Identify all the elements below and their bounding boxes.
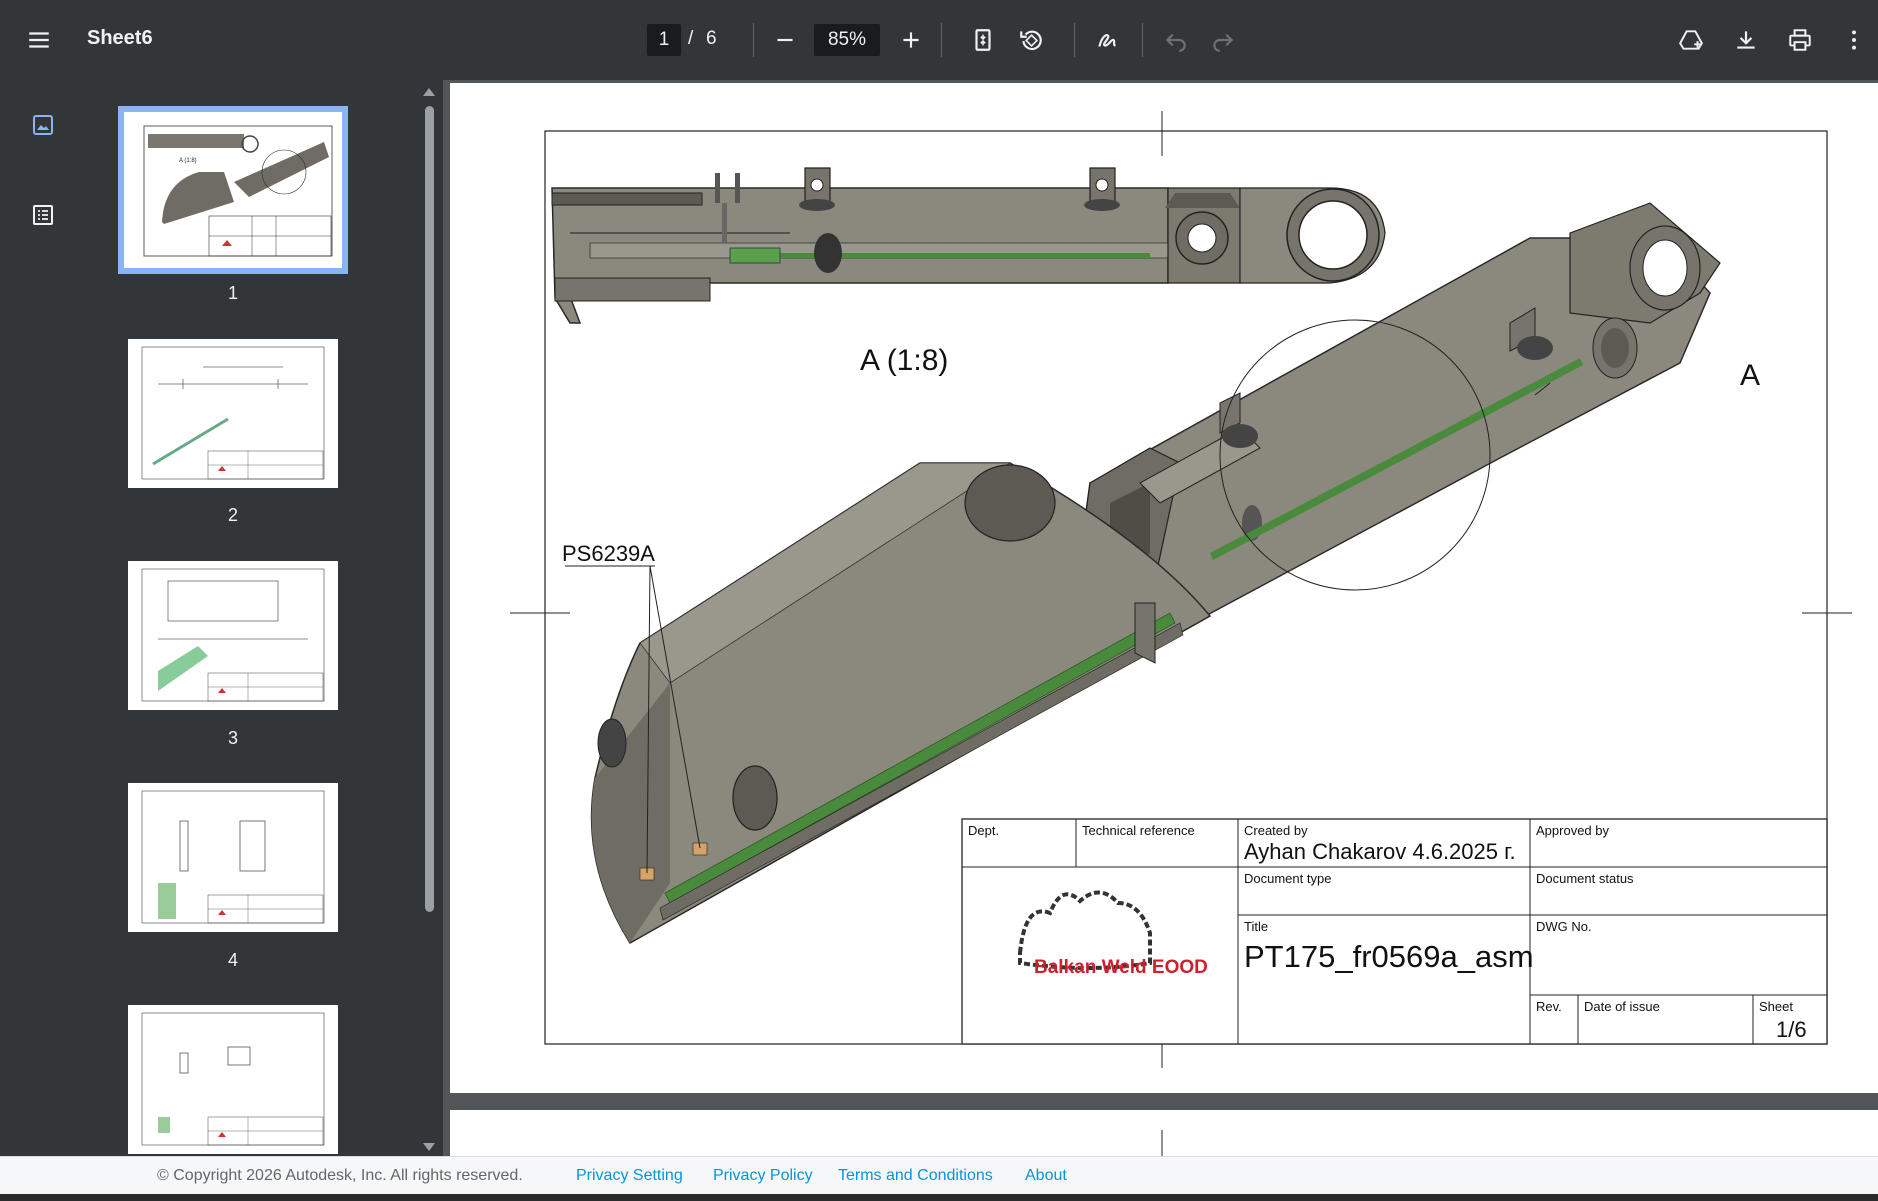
thumbnail-label: 4 [227, 950, 238, 970]
dept-label: Dept. [968, 823, 999, 838]
thumbnail-sidebar: A (1:8) 1 2 3 4 [0, 80, 443, 1192]
sheet-label: Sheet [1759, 999, 1793, 1014]
page-number-input[interactable]: 1 [647, 24, 681, 56]
menu-icon[interactable] [19, 20, 59, 60]
footer: © Copyright 2026 Autodesk, Inc. All righ… [0, 1156, 1878, 1194]
scroll-down-arrow[interactable] [423, 1143, 435, 1151]
terms-link[interactable]: Terms and Conditions [838, 1167, 993, 1185]
detail-view-label: A (1:8) [860, 344, 948, 377]
thumbnail-label: 2 [227, 505, 238, 525]
redo-icon[interactable] [1203, 20, 1243, 60]
thumbnail-page-2[interactable] [128, 339, 338, 488]
toolbar-divider [1142, 23, 1143, 57]
thumbnails-icon[interactable] [26, 108, 60, 142]
fit-page-icon[interactable] [963, 20, 1003, 60]
document-viewer[interactable]: A (1:8) A PS6239A Dept. Technical refere… [443, 80, 1878, 1156]
part-callout: PS6239A [562, 541, 655, 566]
drive-save-icon[interactable] [1671, 20, 1711, 60]
sheet-value: 1/6 [1776, 1017, 1807, 1042]
page-separator: / [688, 28, 694, 49]
annotate-icon[interactable] [1088, 20, 1128, 60]
title-value: PT175_fr0569a_asm [1244, 939, 1534, 974]
toolbar-divider [1074, 23, 1075, 57]
thumbnail-page-3[interactable] [128, 561, 338, 710]
toolbar-divider [941, 23, 942, 57]
sidebar-scrollbar[interactable] [425, 106, 434, 912]
doc-type-label: Document type [1244, 871, 1331, 886]
download-icon[interactable] [1726, 20, 1766, 60]
created-by-value: Ayhan Chakarov 4.6.2025 г. [1244, 839, 1516, 864]
created-by-label: Created by [1244, 823, 1308, 838]
zoom-out-icon[interactable] [765, 20, 805, 60]
approved-by-label: Approved by [1536, 823, 1609, 838]
privacy-setting-link[interactable]: Privacy Setting [576, 1167, 683, 1185]
copyright-text: © Copyright 2026 Autodesk, Inc. All righ… [157, 1167, 523, 1184]
scroll-up-arrow[interactable] [423, 88, 435, 96]
toolbar-divider [753, 23, 754, 57]
more-vert-icon[interactable] [1834, 20, 1874, 60]
drawing-page-2 [450, 1110, 1878, 1156]
doc-status-label: Document status [1536, 871, 1634, 886]
thumbnail-page-1[interactable]: A (1:8) [118, 106, 348, 274]
title-label: Title [1244, 919, 1268, 934]
bottom-strip [0, 1194, 1878, 1201]
svg-text:A (1:8): A (1:8) [179, 158, 197, 164]
detail-arm-side-view [551, 167, 1386, 324]
date-issue-label: Date of issue [1584, 999, 1660, 1014]
title-block: Dept. Technical reference Created by Ayh… [961, 818, 1828, 1045]
thumbnail-page-5[interactable] [128, 1005, 338, 1154]
outline-icon[interactable] [26, 198, 60, 232]
drawing-page: A (1:8) A PS6239A Dept. Technical refere… [450, 83, 1878, 1093]
undo-icon[interactable] [1156, 20, 1196, 60]
page-total: 6 [706, 28, 717, 49]
technical-drawing: A (1:8) A PS6239A Dept. Technical refere… [510, 111, 1852, 1068]
tech-ref-label: Technical reference [1082, 823, 1195, 838]
rev-label: Rev. [1536, 999, 1562, 1014]
zoom-in-icon[interactable] [891, 20, 931, 60]
thumbnail-label: 3 [227, 728, 238, 748]
section-marker: A [1740, 359, 1760, 392]
about-link[interactable]: About [1025, 1167, 1067, 1185]
toolbar: Sheet6 1 / 6 85% [0, 0, 1878, 80]
dwg-no-label: DWG No. [1536, 919, 1592, 934]
rotate-icon[interactable] [1011, 20, 1051, 60]
thumbnail-page-4[interactable] [128, 783, 338, 932]
document-title: Sheet6 [87, 27, 153, 49]
thumbnail-label: 1 [227, 283, 238, 303]
zoom-input[interactable]: 85% [814, 24, 880, 56]
privacy-policy-link[interactable]: Privacy Policy [713, 1167, 813, 1185]
svg-text:Balkan Weld EOOD: Balkan Weld EOOD [1034, 957, 1208, 978]
print-icon[interactable] [1780, 20, 1820, 60]
